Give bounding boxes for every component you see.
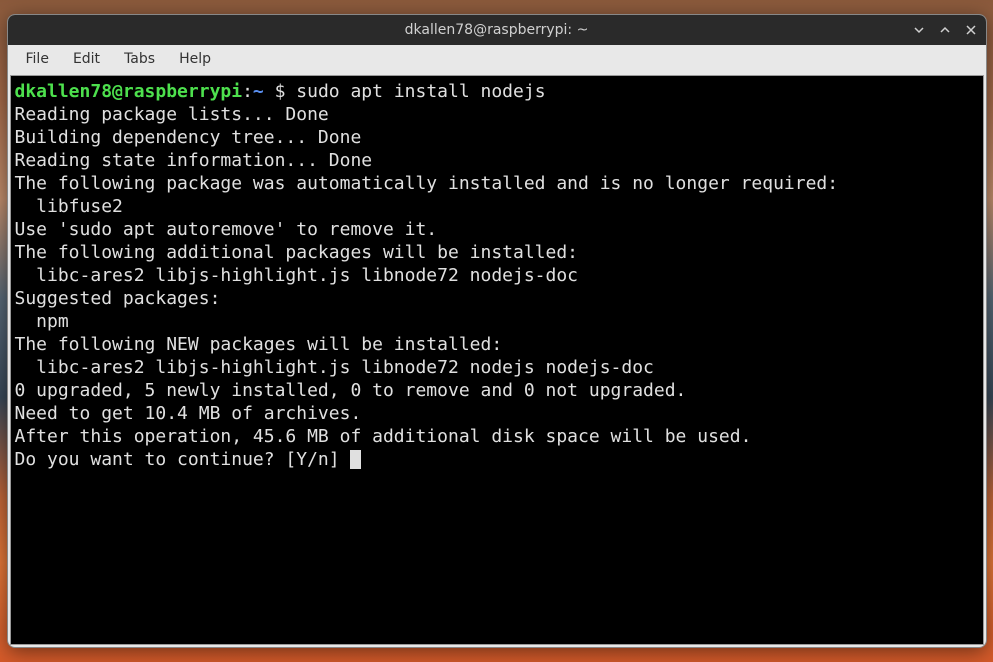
prompt-dollar: $ [264, 81, 297, 102]
maximize-icon[interactable] [938, 23, 952, 37]
terminal-pane[interactable]: dkallen78@raspberrypi:~ $ sudo apt insta… [10, 75, 984, 645]
prompt-path: ~ [253, 81, 264, 102]
output-line: Building dependency tree... Done [15, 126, 979, 149]
prompt-command: sudo apt install nodejs [296, 81, 545, 102]
output-line: Suggested packages: [15, 287, 979, 310]
output-line: libfuse2 [15, 195, 979, 218]
prompt-line: dkallen78@raspberrypi:~ $ sudo apt insta… [15, 80, 979, 103]
minimize-icon[interactable] [912, 23, 926, 37]
output-line: After this operation, 45.6 MB of additio… [15, 425, 979, 448]
continue-prompt: Do you want to continue? [Y/n] [15, 449, 351, 470]
output-line: npm [15, 310, 979, 333]
close-icon[interactable] [964, 23, 978, 37]
output-line: The following package was automatically … [15, 172, 979, 195]
prompt-user-host: dkallen78@raspberrypi [15, 81, 243, 102]
output-prompt-line: Do you want to continue? [Y/n] [15, 448, 979, 471]
cursor-icon [350, 450, 361, 469]
output-line: libc-ares2 libjs-highlight.js libnode72 … [15, 264, 979, 287]
output-line: Need to get 10.4 MB of archives. [15, 402, 979, 425]
output-line: Use 'sudo apt autoremove' to remove it. [15, 218, 979, 241]
menu-help[interactable]: Help [169, 48, 221, 70]
window-controls [912, 15, 978, 45]
prompt-separator: : [242, 81, 253, 102]
titlebar[interactable]: dkallen78@raspberrypi: ~ [8, 15, 986, 45]
menubar: File Edit Tabs Help [8, 45, 986, 73]
output-line: Reading package lists... Done [15, 103, 979, 126]
output-line: The following NEW packages will be insta… [15, 333, 979, 356]
output-line: libc-ares2 libjs-highlight.js libnode72 … [15, 356, 979, 379]
output-line: 0 upgraded, 5 newly installed, 0 to remo… [15, 379, 979, 402]
output-line: Reading state information... Done [15, 149, 979, 172]
menu-tabs[interactable]: Tabs [114, 48, 165, 70]
menu-file[interactable]: File [16, 48, 59, 70]
window-title: dkallen78@raspberrypi: ~ [405, 22, 589, 38]
menu-edit[interactable]: Edit [63, 48, 110, 70]
output-line: The following additional packages will b… [15, 241, 979, 264]
terminal-window: dkallen78@raspberrypi: ~ File Edit Tabs … [7, 14, 987, 648]
